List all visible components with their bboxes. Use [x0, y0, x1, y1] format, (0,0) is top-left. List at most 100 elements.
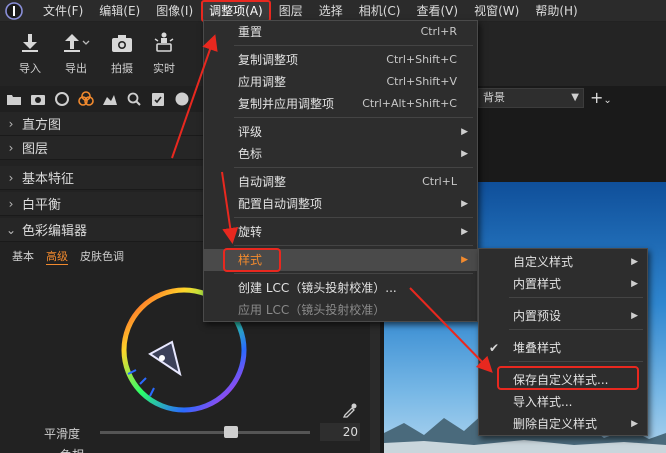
- exposure-icon[interactable]: [100, 89, 120, 109]
- menu-item-copy-adjustments[interactable]: 复制调整项 Ctrl+Shift+C: [204, 49, 477, 71]
- smoothness-slider-track[interactable]: [100, 431, 310, 434]
- menu-separator: [234, 167, 473, 168]
- menu-item-builtin-presets[interactable]: 内置预设 ▶: [479, 305, 647, 327]
- import-button[interactable]: 导入: [10, 30, 50, 76]
- live-view-label: 实时: [153, 62, 175, 75]
- menu-item-import-styles[interactable]: 导入样式...: [479, 391, 647, 413]
- menu-item-delete-custom-style[interactable]: 删除自定义样式 ▶: [479, 413, 647, 435]
- shortcut-apply: Ctrl+Shift+V: [386, 75, 457, 88]
- submenu-arrow-icon: ▶: [631, 311, 638, 321]
- smoothness-value[interactable]: 20: [320, 423, 360, 441]
- menu-item-create-lcc-label: 创建 LCC（镜头投射校准）...: [238, 281, 397, 295]
- menu-item-copy-adjustments-label: 复制调整项: [238, 53, 299, 67]
- menu-adjustments[interactable]: 调整项(A): [201, 0, 271, 22]
- menu-item-configure-auto-adjust[interactable]: 配置自动调整项 ▶: [204, 193, 477, 215]
- menu-separator: [509, 297, 643, 298]
- info-icon[interactable]: [172, 89, 192, 109]
- smoothness-slider-handle[interactable]: [224, 426, 238, 438]
- export-icon: [56, 30, 96, 56]
- menu-item-auto-adjust[interactable]: 自动调整 Ctrl+L: [204, 171, 477, 193]
- plus-icon: +: [590, 88, 604, 107]
- menu-item-stack-styles-label: 堆叠样式: [513, 341, 562, 355]
- chevron-down-icon: ⌄: [603, 95, 612, 106]
- capture-button[interactable]: 拍摄: [102, 30, 142, 76]
- menu-item-apply-lcc: 应用 LCC（镜头投射校准）: [204, 299, 477, 321]
- menu-item-save-custom-style[interactable]: 保存自定义样式...: [479, 369, 647, 391]
- menu-item-builtin-styles-label: 内置样式: [513, 277, 562, 291]
- submenu-arrow-icon: ▶: [631, 419, 638, 429]
- chevron-right-icon: ›: [8, 170, 14, 185]
- live-view-icon: [144, 30, 184, 56]
- menu-separator: [234, 273, 473, 274]
- menu-item-apply-adjustments-label: 应用调整: [238, 75, 287, 89]
- shortcut-copy: Ctrl+Shift+C: [386, 53, 457, 66]
- section-color-editor-label: 色彩编辑器: [22, 224, 88, 239]
- viewer-dropdown-value: 背景: [483, 91, 505, 104]
- live-view-button[interactable]: 实时: [144, 30, 184, 76]
- menu-separator: [234, 45, 473, 46]
- menu-item-import-styles-label: 导入样式...: [513, 395, 573, 409]
- chevron-down-icon: ▼: [571, 92, 579, 103]
- menu-item-rating[interactable]: 评级 ▶: [204, 121, 477, 143]
- chevron-right-icon: ›: [8, 116, 14, 131]
- menu-item-create-lcc[interactable]: 创建 LCC（镜头投射校准）...: [204, 277, 477, 299]
- check-icon: ✔: [489, 341, 500, 355]
- menu-separator: [509, 329, 643, 330]
- menu-window[interactable]: 视窗(W): [466, 0, 527, 22]
- eyedropper-icon[interactable]: [342, 402, 358, 421]
- menu-layers[interactable]: 图层: [271, 0, 311, 22]
- menu-camera[interactable]: 相机(C): [351, 0, 409, 22]
- menu-item-reset[interactable]: 重置 Ctrl+R: [204, 21, 477, 43]
- search-icon[interactable]: [124, 89, 144, 109]
- camera-tab-icon[interactable]: [28, 89, 48, 109]
- section-layers-label: 图层: [22, 142, 49, 157]
- menu-file[interactable]: 文件(F): [35, 0, 91, 22]
- submenu-arrow-icon: ▶: [461, 199, 468, 209]
- menu-item-configure-auto-adjust-label: 配置自动调整项: [238, 197, 323, 211]
- submenu-arrow-icon: ▶: [461, 149, 468, 159]
- menu-item-custom-styles-label: 自定义样式: [513, 255, 574, 269]
- lens-icon[interactable]: [52, 89, 72, 109]
- menu-item-save-custom-style-label: 保存自定义样式...: [513, 373, 609, 387]
- menu-view[interactable]: 查看(V): [409, 0, 467, 22]
- menu-item-copy-and-apply[interactable]: 复制并应用调整项 Ctrl+Alt+Shift+C: [204, 93, 477, 115]
- menu-help[interactable]: 帮助(H): [527, 0, 585, 22]
- tab-skin-tone[interactable]: 皮肤色调: [80, 248, 124, 264]
- menu-image[interactable]: 图像(I): [148, 0, 201, 22]
- menu-item-color-tag[interactable]: 色标 ▶: [204, 143, 477, 165]
- chevron-right-icon: ›: [8, 196, 14, 211]
- section-white-balance-label: 白平衡: [22, 198, 62, 213]
- menu-item-stack-styles[interactable]: ✔ 堆叠样式: [479, 337, 647, 359]
- submenu-arrow-icon: ▶: [461, 227, 468, 237]
- menu-item-rotate[interactable]: 旋转 ▶: [204, 221, 477, 243]
- chevron-right-icon: ›: [8, 140, 14, 155]
- metadata-icon[interactable]: [148, 89, 168, 109]
- submenu-arrow-icon: ▶: [631, 257, 638, 267]
- add-button[interactable]: +⌄: [590, 86, 620, 110]
- menu-item-reset-label: 重置: [238, 25, 263, 39]
- menu-separator: [234, 117, 473, 118]
- color-tab-icon[interactable]: [76, 89, 96, 109]
- menu-item-styles[interactable]: 样式 ▶: [204, 249, 477, 271]
- menu-bar: 文件(F) 编辑(E) 图像(I) 调整项(A) 图层 选择 相机(C) 查看(…: [0, 0, 666, 22]
- menu-select[interactable]: 选择: [311, 0, 351, 22]
- menu-item-color-tag-label: 色标: [238, 147, 263, 161]
- menu-item-delete-custom-style-label: 删除自定义样式: [513, 417, 598, 431]
- section-histogram-label: 直方图: [22, 118, 62, 133]
- tab-basic[interactable]: 基本: [12, 248, 34, 264]
- viewer-dropdown[interactable]: 背景 ▼: [478, 88, 584, 108]
- menu-item-builtin-styles[interactable]: 内置样式 ▶: [479, 273, 647, 295]
- menu-separator: [234, 217, 473, 218]
- menu-item-copy-and-apply-label: 复制并应用调整项: [238, 97, 335, 111]
- submenu-arrow-icon: ▶: [631, 279, 638, 289]
- tab-advanced[interactable]: 高级: [46, 248, 68, 265]
- menu-item-auto-adjust-label: 自动调整: [238, 175, 287, 189]
- menu-item-rotate-label: 旋转: [238, 225, 263, 239]
- menu-item-apply-adjustments[interactable]: 应用调整 Ctrl+Shift+V: [204, 71, 477, 93]
- menu-item-styles-label: 样式: [238, 253, 263, 267]
- menu-item-custom-styles[interactable]: 自定义样式 ▶: [479, 251, 647, 273]
- export-button[interactable]: 导出: [56, 30, 96, 76]
- menu-edit[interactable]: 编辑(E): [91, 0, 148, 22]
- menu-item-apply-lcc-label: 应用 LCC（镜头投射校准）: [238, 303, 386, 317]
- folder-icon[interactable]: [4, 89, 24, 109]
